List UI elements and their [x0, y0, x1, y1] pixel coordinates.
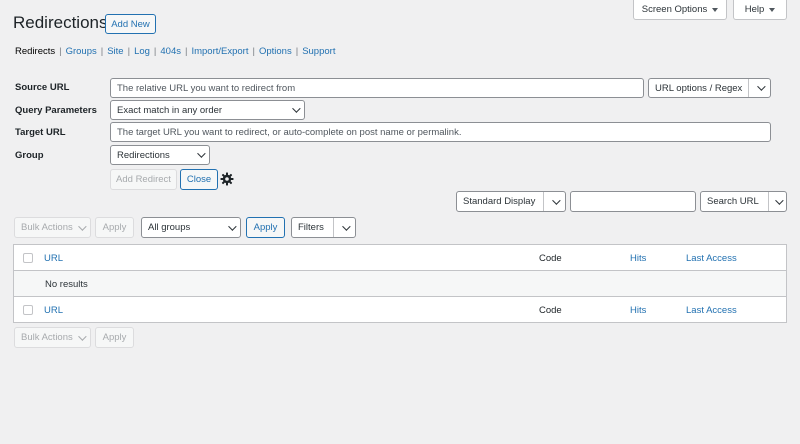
filters-value: Filters: [298, 222, 324, 233]
column-url[interactable]: URL: [44, 253, 63, 264]
chevron-down-icon: [78, 331, 87, 341]
chevron-down-icon: [341, 221, 351, 231]
query-params-value: Exact match in any order: [117, 104, 223, 116]
bulk-actions-select[interactable]: Bulk Actions: [14, 217, 91, 238]
caret-down-icon: [769, 7, 776, 12]
search-type-select[interactable]: Search URL: [700, 191, 787, 212]
group-select[interactable]: Redirections: [110, 145, 210, 165]
column-code: Code: [539, 253, 562, 264]
redirects-table: URL Code Hits Last Access No results URL…: [13, 244, 787, 323]
add-new-button[interactable]: Add New: [105, 14, 156, 34]
search-type-value: Search URL: [707, 196, 759, 207]
separator: |: [185, 46, 188, 57]
bulk-apply-button-bottom[interactable]: Apply: [95, 327, 134, 348]
groups-filter-value: All groups: [148, 222, 191, 233]
source-url-input[interactable]: The relative URL you want to redirect fr…: [110, 78, 644, 98]
subsubsub-nav: Redirects | Groups | Site | Log | 404s | Import/Ex…: [15, 46, 335, 57]
chevron-down-icon: [756, 82, 766, 91]
column-hits-footer[interactable]: Hits: [630, 305, 646, 316]
bulk-apply-button[interactable]: Apply: [95, 217, 134, 238]
groups-apply-button[interactable]: Apply: [246, 217, 285, 238]
column-last-access-footer[interactable]: Last Access: [686, 305, 737, 316]
caret-down-icon: [712, 7, 719, 12]
chevron-down-icon: [228, 221, 237, 231]
dropdown-toggle[interactable]: [333, 218, 355, 237]
separator: |: [295, 46, 299, 57]
table-footer-row: URL Code Hits Last Access: [14, 297, 786, 322]
separator: |: [252, 46, 255, 57]
query-params-label: Query Parameters: [15, 105, 97, 116]
dropdown-toggle[interactable]: [768, 192, 786, 211]
screen-options-button[interactable]: Screen Options: [633, 0, 727, 20]
separator: |: [127, 46, 131, 57]
dropdown-toggle[interactable]: [543, 192, 565, 211]
source-url-label: Source URL: [15, 82, 70, 93]
subnav-log[interactable]: Log: [134, 46, 150, 57]
url-options-value: URL options / Regex: [655, 82, 743, 94]
group-value: Redirections: [117, 149, 170, 161]
subnav-404s[interactable]: 404s: [160, 46, 181, 57]
help-label: Help: [744, 4, 765, 15]
page-title: Redirections: [13, 13, 108, 32]
separator: |: [59, 46, 62, 57]
column-last-access[interactable]: Last Access: [686, 253, 737, 264]
gear-icon[interactable]: [220, 172, 234, 186]
no-results-message: No results: [45, 279, 88, 290]
subnav-options[interactable]: Options: [259, 46, 292, 57]
display-value: Standard Display: [463, 196, 536, 207]
chevron-down-icon: [551, 195, 561, 205]
target-url-label: Target URL: [15, 127, 66, 138]
chevron-down-icon: [78, 221, 87, 231]
subnav-support[interactable]: Support: [302, 46, 335, 57]
separator: |: [100, 46, 104, 57]
table-row: No results: [14, 271, 786, 297]
table-header-row: URL Code Hits Last Access: [14, 245, 786, 271]
url-options-select[interactable]: URL options / Regex: [648, 78, 771, 98]
select-all-checkbox-footer[interactable]: [23, 305, 33, 315]
close-button[interactable]: Close: [180, 169, 218, 190]
display-select[interactable]: Standard Display: [456, 191, 566, 212]
bulk-actions-value-bottom: Bulk Actions: [21, 332, 73, 343]
target-url-input[interactable]: The target URL you want to redirect, or …: [110, 122, 771, 142]
subnav-groups[interactable]: Groups: [66, 46, 97, 57]
groups-filter-select[interactable]: All groups: [141, 217, 241, 238]
group-label: Group: [15, 150, 44, 161]
query-params-select[interactable]: Exact match in any order: [110, 100, 305, 120]
column-url-footer[interactable]: URL: [44, 305, 63, 316]
bulk-actions-select-bottom[interactable]: Bulk Actions: [14, 327, 91, 348]
add-redirect-button[interactable]: Add Redirect: [110, 169, 177, 190]
separator: |: [153, 46, 157, 57]
help-button[interactable]: Help: [733, 0, 787, 20]
dropdown-toggle[interactable]: [748, 79, 770, 97]
select-all-checkbox[interactable]: [23, 253, 33, 263]
filters-select[interactable]: Filters: [291, 217, 356, 238]
chevron-down-icon: [774, 195, 784, 205]
column-hits[interactable]: Hits: [630, 253, 646, 264]
subnav-redirects[interactable]: Redirects: [15, 46, 55, 57]
search-input[interactable]: [570, 191, 696, 212]
screen-options-label: Screen Options: [641, 4, 708, 15]
column-code-footer: Code: [539, 305, 562, 316]
subnav-site[interactable]: Site: [107, 46, 123, 57]
subnav-import-export[interactable]: Import/Export: [191, 46, 248, 57]
chevron-down-icon: [292, 104, 301, 113]
chevron-down-icon: [197, 149, 206, 158]
bulk-actions-value: Bulk Actions: [21, 222, 73, 233]
